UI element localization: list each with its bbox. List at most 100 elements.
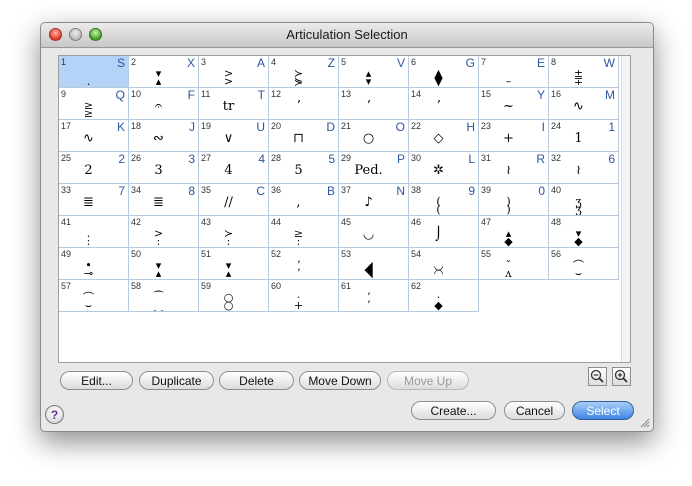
articulation-cell[interactable]: 35 C // [199, 184, 269, 216]
articulation-symbol: ) [506, 203, 511, 216]
articulation-cell[interactable]: 13 ʼ [339, 88, 409, 120]
create-button[interactable]: Create... [411, 401, 496, 420]
articulation-cell[interactable]: 28 5 5 [269, 152, 339, 184]
articulation-cell[interactable]: 1 S. [59, 56, 129, 88]
articulation-number: 1 [61, 57, 67, 67]
articulation-cell[interactable]: 42 >: [129, 216, 199, 248]
articulation-shortcut-key: V [396, 56, 405, 70]
articulation-cell[interactable]: 26 3 3 [129, 152, 199, 184]
articulation-cell[interactable]: 39 0)) [479, 184, 549, 216]
articulation-cell[interactable]: 36 B, [269, 184, 339, 216]
move-down-button[interactable]: Move Down [299, 371, 381, 390]
articulation-cell[interactable]: 55 ˇ ʌ [479, 248, 549, 280]
duplicate-button[interactable]: Duplicate [139, 371, 214, 390]
articulation-cell[interactable]: 25 2 2 [59, 152, 129, 184]
articulation-cell[interactable]: 21 O ○ [339, 120, 409, 152]
grid-scrollbar[interactable] [621, 56, 630, 362]
articulation-cell[interactable]: 8 W ± ∓ [549, 56, 619, 88]
articulation-cell[interactable]: 20 D ⊓ [269, 120, 339, 152]
articulation-cell[interactable]: 9 Q ≥ ≥ [59, 88, 129, 120]
articulation-cell[interactable]: 44 ≥: [269, 216, 339, 248]
articulation-shortcut-key: 6 [608, 152, 615, 166]
articulation-cell[interactable]: 62 · ◆ [409, 280, 479, 312]
articulation-cell[interactable]: 60 · + [269, 280, 339, 312]
articulation-symbol: tr [222, 99, 235, 114]
articulation-cell[interactable]: 56 ⌒ ⌣ [549, 248, 619, 280]
articulation-number: 18 [131, 121, 142, 131]
articulation-shortcut-key: 0 [538, 184, 545, 198]
articulation-cell[interactable]: 43 ≻: [199, 216, 269, 248]
articulation-shortcut-key: 4 [258, 152, 265, 166]
resize-grip-icon[interactable] [640, 418, 650, 428]
articulation-symbol: ∿ [83, 131, 94, 146]
articulation-symbol: ⋟ [293, 75, 304, 88]
articulation-number: 29 [341, 153, 352, 163]
articulation-symbol: ○ [362, 131, 375, 146]
articulation-cell[interactable]: 41.: [59, 216, 129, 248]
zoom-in-button[interactable] [612, 367, 631, 386]
articulation-cell[interactable]: 30 L ✲ [409, 152, 479, 184]
articulation-cell[interactable]: 6 G ▲ ▼ [409, 56, 479, 88]
articulation-cell[interactable]: 48 ▾ ◆ [549, 216, 619, 248]
articulation-cell[interactable]: 19 U ∨ [199, 120, 269, 152]
select-button[interactable]: Select [572, 401, 634, 420]
articulation-cell[interactable]: 22 H ◇ [409, 120, 479, 152]
edit-button[interactable]: Edit... [60, 371, 133, 390]
articulation-cell[interactable]: 46 ⌡ [409, 216, 479, 248]
articulation-cell[interactable]: 4 Z ≻ ⋟ [269, 56, 339, 88]
zoom-out-button[interactable] [588, 367, 607, 386]
articulation-cell[interactable]: 59 ○ ○ [199, 280, 269, 312]
articulation-symbol: ◠ [433, 267, 444, 280]
articulation-symbol: ▼ [434, 75, 443, 88]
articulation-shortcut-key: S [116, 56, 125, 70]
articulation-cell[interactable]: 54 ◡ ◠ [409, 248, 479, 280]
articulation-cell[interactable]: 45 ◡ [339, 216, 409, 248]
articulation-cell[interactable]: 40 ʒ ʒ [549, 184, 619, 216]
articulation-cell[interactable]: 49 • ⊸ [59, 248, 129, 280]
articulation-number: 57 [61, 281, 72, 291]
articulation-cell[interactable]: 52 ʼ ʼ [269, 248, 339, 280]
articulation-cell[interactable]: 10 F 𝄐 [129, 88, 199, 120]
articulation-symbol: ▴ [155, 267, 162, 280]
articulation-cell[interactable]: 3 A > > [199, 56, 269, 88]
articulation-cell[interactable]: 23 I + [479, 120, 549, 152]
articulation-cell[interactable]: 38 9(( [409, 184, 479, 216]
articulation-cell[interactable]: 53 ◢ ◥ [339, 248, 409, 280]
articulation-cell[interactable]: 5 V ▴ ▾ [339, 56, 409, 88]
articulation-cell[interactable]: 50 ▾ ▴ [129, 248, 199, 280]
articulation-cell[interactable]: 31 R ≀ [479, 152, 549, 184]
articulation-cell[interactable]: 61 ʼ ʼ [339, 280, 409, 312]
articulation-cell[interactable]: 18 J ∾ [129, 120, 199, 152]
articulation-shortcut-key: Z [327, 56, 335, 70]
move-up-button[interactable]: Move Up [387, 371, 469, 390]
articulation-symbol: ▾ [365, 75, 372, 88]
articulation-cell[interactable]: 12 ʼ [269, 88, 339, 120]
articulation-cell[interactable]: 34 8 ≣ [129, 184, 199, 216]
articulation-cell[interactable]: 37 N ♪ [339, 184, 409, 216]
cancel-button[interactable]: Cancel [504, 401, 565, 420]
articulation-cell[interactable]: 24 1 1 [549, 120, 619, 152]
articulation-cell[interactable]: 2 X ▾ ▴ [129, 56, 199, 88]
articulation-symbol: ◆ [574, 235, 583, 248]
articulation-cell[interactable]: 47 ▴ ◆ [479, 216, 549, 248]
articulation-cell[interactable]: 14 ʼ [409, 88, 479, 120]
articulation-cell[interactable]: 58 ⁀ ‿ [129, 280, 199, 312]
articulation-cell[interactable]: 15 Y ~ [479, 88, 549, 120]
articulation-cell[interactable]: 32 6 ≀ [549, 152, 619, 184]
articulation-cell[interactable]: 51 ▾ ▴ [199, 248, 269, 280]
articulation-cell[interactable]: 29 P Ped. [339, 152, 409, 184]
articulation-cell[interactable]: 17 K ∿ [59, 120, 129, 152]
articulation-number: 22 [411, 121, 422, 131]
articulation-cell[interactable]: 57 ⌒ ⌣ [59, 280, 129, 312]
delete-button[interactable]: Delete [219, 371, 294, 390]
articulation-symbol: ʼ [366, 99, 371, 114]
articulation-number: 38 [411, 185, 422, 195]
help-button[interactable]: ? [45, 405, 64, 424]
zoom-out-icon [590, 369, 604, 383]
articulation-cell[interactable]: 16 M ∿ [549, 88, 619, 120]
articulation-cell[interactable]: 33 7 ≣ [59, 184, 129, 216]
articulation-cell[interactable]: 27 4 4 [199, 152, 269, 184]
articulation-cell[interactable]: 7 E – [479, 56, 549, 88]
articulation-symbol: ∨ [223, 131, 234, 146]
articulation-cell[interactable]: 11 Ttr [199, 88, 269, 120]
